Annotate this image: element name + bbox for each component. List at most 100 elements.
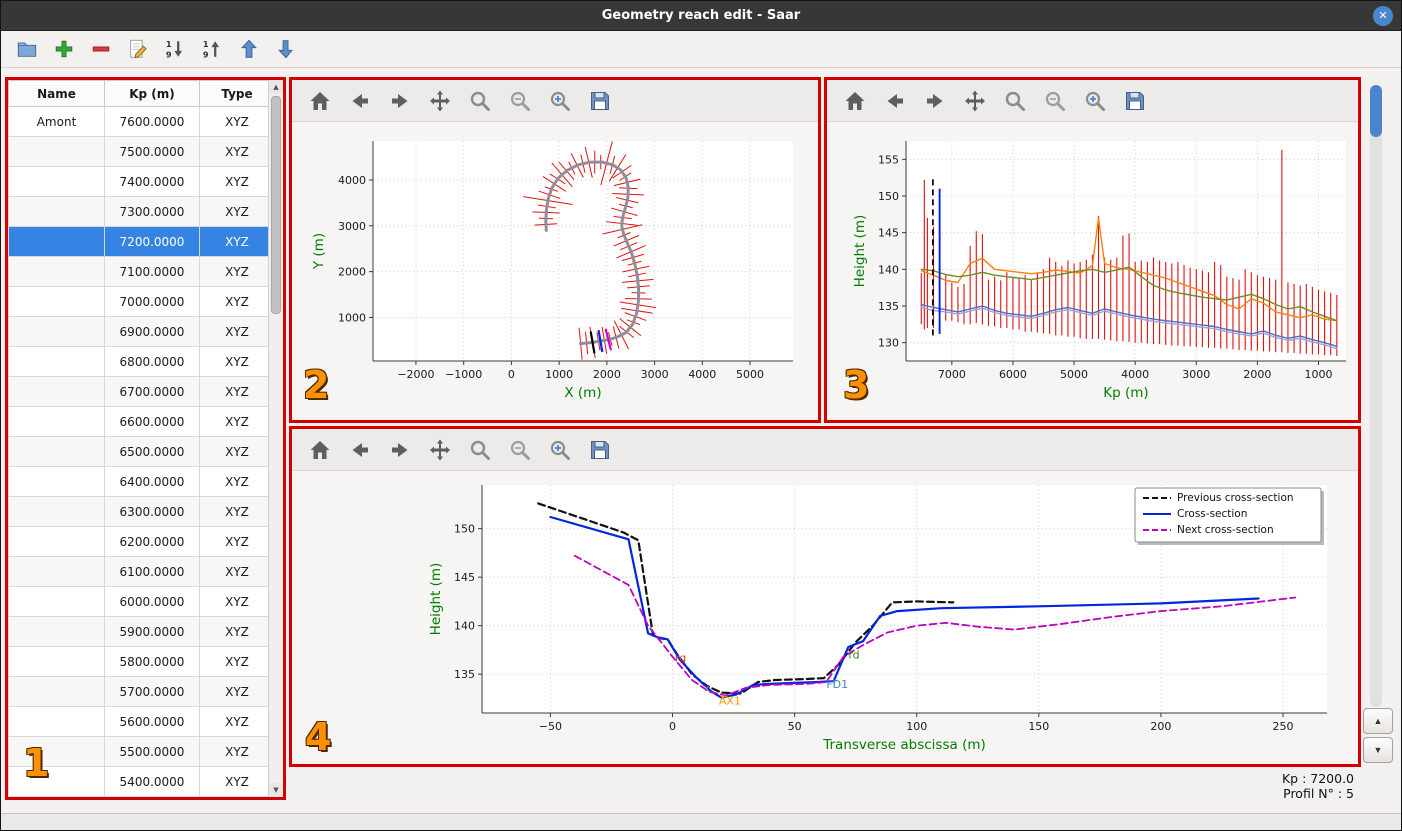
sort-ascending-icon: 19: [203, 39, 220, 59]
plan-view-plot[interactable]: −2000 −1000 0 1000 2000 3000 4000 5000 1000 2000 3…: [292, 122, 818, 420]
edit-button[interactable]: [124, 35, 152, 63]
table-row[interactable]: 6400.0000 XYZ: [8, 466, 268, 497]
back-icon: [887, 93, 903, 108]
svg-text:150: 150: [878, 190, 899, 203]
mpl-home-button[interactable]: [304, 434, 336, 466]
table-row[interactable]: 6200.0000 XYZ: [8, 526, 268, 557]
table-row[interactable]: 6000.0000 XYZ: [8, 586, 268, 617]
move-up-icon: [241, 39, 257, 58]
mpl-save-button[interactable]: [1119, 85, 1151, 117]
mpl-forward-button[interactable]: [919, 85, 951, 117]
svg-text:150: 150: [1028, 720, 1049, 733]
remove-icon: [92, 46, 110, 52]
cross-section-list-panel: Name Kp (m) Type Amont 7600.0000 XYZ 7500.0000…: [5, 77, 286, 800]
open-button[interactable]: [13, 35, 41, 63]
table-row[interactable]: 6300.0000 XYZ: [8, 496, 268, 527]
mpl-home-button[interactable]: [304, 85, 336, 117]
column-header-2[interactable]: Type: [199, 80, 268, 107]
table-row[interactable]: 6900.0000 XYZ: [8, 316, 268, 347]
svg-text:rg: rg: [675, 652, 686, 665]
mpl-back-button[interactable]: [344, 85, 376, 117]
svg-text:1000: 1000: [338, 311, 366, 324]
remove-button[interactable]: [87, 35, 115, 63]
table-scrollbar[interactable]: ▲ ▼: [268, 80, 283, 797]
edit-icon: [130, 39, 147, 59]
main-toolbar: 1919: [1, 31, 1401, 68]
annotation-number-1: 1: [23, 741, 50, 785]
svg-text:2000: 2000: [1243, 368, 1271, 381]
table-row[interactable]: 5900.0000 XYZ: [8, 616, 268, 647]
svg-text:6000: 6000: [999, 368, 1027, 381]
longitudinal-view-toolbar: [827, 80, 1358, 122]
mpl-customize-button[interactable]: [1079, 85, 1111, 117]
table-row[interactable]: 5700.0000 XYZ: [8, 676, 268, 707]
table-row[interactable]: 6800.0000 XYZ: [8, 346, 268, 377]
scroll-up-button[interactable]: ▲: [269, 80, 283, 94]
mpl-back-button[interactable]: [879, 85, 911, 117]
table-row[interactable]: 6600.0000 XYZ: [8, 406, 268, 437]
table-row[interactable]: 6700.0000 XYZ: [8, 376, 268, 407]
table-row[interactable]: 6100.0000 XYZ: [8, 556, 268, 587]
column-header-0[interactable]: Name: [8, 80, 105, 107]
svg-text:−50: −50: [539, 720, 562, 733]
profile-slider-thumb[interactable]: [1370, 85, 1382, 137]
mpl-customize-button[interactable]: [544, 85, 576, 117]
mpl-pan-button[interactable]: [424, 434, 456, 466]
mpl-save-button[interactable]: [584, 85, 616, 117]
sort-ascending-button[interactable]: 19: [198, 35, 226, 63]
sort-descending-button[interactable]: 19: [161, 35, 189, 63]
mpl-subplots-button[interactable]: [504, 434, 536, 466]
profile-down-button[interactable]: ▼: [1363, 737, 1393, 763]
mpl-subplots-button[interactable]: [1039, 85, 1071, 117]
mpl-forward-button[interactable]: [384, 85, 416, 117]
table-row[interactable]: 5600.0000 XYZ: [8, 706, 268, 737]
pan-icon: [965, 90, 985, 111]
add-button[interactable]: [50, 35, 78, 63]
mpl-zoom-button[interactable]: [464, 85, 496, 117]
move-up-button[interactable]: [235, 35, 263, 63]
table-row[interactable]: 5800.0000 XYZ: [8, 646, 268, 677]
svg-text:4000: 4000: [688, 368, 716, 381]
mpl-pan-button[interactable]: [959, 85, 991, 117]
mpl-zoom-button[interactable]: [999, 85, 1031, 117]
table-row[interactable]: 7100.0000 XYZ: [8, 256, 268, 287]
table-row[interactable]: 7200.0000 XYZ: [8, 226, 268, 257]
svg-text:Cross-section: Cross-section: [1177, 508, 1247, 520]
mpl-customize-button[interactable]: [544, 434, 576, 466]
add-icon: [55, 40, 73, 58]
profile-up-button[interactable]: ▲: [1363, 708, 1393, 734]
svg-text:7000: 7000: [938, 368, 966, 381]
longitudinal-view-panel: 7000 6000 5000 4000 3000 2000 1000 130 135 140 145…: [824, 77, 1361, 423]
scroll-down-button[interactable]: ▼: [269, 783, 283, 797]
table-row[interactable]: 7500.0000 XYZ: [8, 136, 268, 167]
table-scrollbar-thumb[interactable]: [271, 96, 281, 314]
mpl-subplots-button[interactable]: [504, 85, 536, 117]
close-button[interactable]: ✕: [1373, 6, 1393, 26]
mpl-save-button[interactable]: [584, 434, 616, 466]
svg-text:1: 1: [203, 39, 209, 49]
table-row[interactable]: Amont 7600.0000 XYZ: [8, 106, 268, 137]
sort-descending-icon: 19: [166, 39, 183, 59]
table-row[interactable]: 7400.0000 XYZ: [8, 166, 268, 197]
mpl-zoom-button[interactable]: [464, 434, 496, 466]
svg-text:FD1: FD1: [826, 678, 848, 691]
svg-text:X (m): X (m): [564, 385, 601, 401]
profile-slider[interactable]: [1370, 85, 1382, 707]
table-row[interactable]: 7300.0000 XYZ: [8, 196, 268, 227]
table-row[interactable]: 7000.0000 XYZ: [8, 286, 268, 317]
svg-text:Y (m): Y (m): [311, 233, 327, 270]
titlebar[interactable]: Geometry reach edit - Saar ✕: [1, 1, 1401, 31]
move-down-button[interactable]: [272, 35, 300, 63]
column-header-1[interactable]: Kp (m): [104, 80, 200, 107]
longitudinal-view-plot[interactable]: 7000 6000 5000 4000 3000 2000 1000 130 135 140 145…: [827, 122, 1358, 420]
save-icon: [1126, 91, 1144, 110]
mpl-home-button[interactable]: [839, 85, 871, 117]
svg-text:3000: 3000: [1182, 368, 1210, 381]
svg-text:140: 140: [878, 263, 899, 276]
mpl-back-button[interactable]: [344, 434, 376, 466]
zoom-icon: [470, 440, 490, 460]
table-row[interactable]: 6500.0000 XYZ: [8, 436, 268, 467]
mpl-forward-button[interactable]: [384, 434, 416, 466]
cross-section-plot[interactable]: −50 0 50 100 150 200 250 135 140 145 150 Transverse…: [292, 471, 1358, 764]
mpl-pan-button[interactable]: [424, 85, 456, 117]
